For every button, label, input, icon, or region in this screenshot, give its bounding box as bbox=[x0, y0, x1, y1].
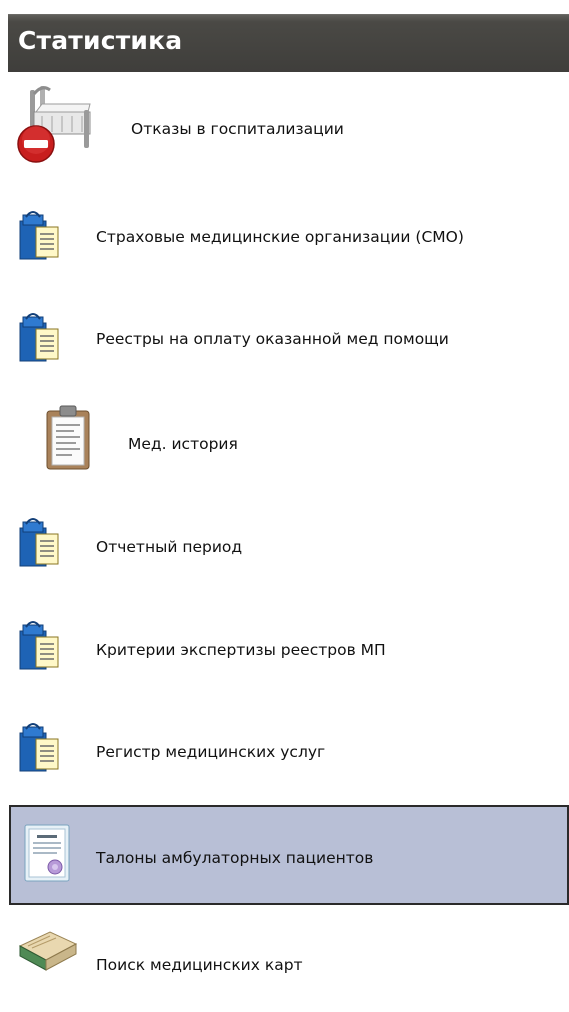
ticket-document-icon bbox=[24, 824, 70, 882]
menu-item-label: Поиск медицинских карт bbox=[96, 956, 303, 974]
handbook-book-icon bbox=[19, 621, 59, 670]
menu-item-payment-registers[interactable]: Реестры на оплату оказанной мед помощи bbox=[10, 293, 569, 393]
menu-item-label: Страховые медицинские организации (СМО) bbox=[96, 228, 464, 246]
handbook-book-icon bbox=[19, 723, 59, 772]
menu-item-label: Отчетный период bbox=[96, 538, 243, 556]
hospital-bed-refusal-icon bbox=[17, 86, 91, 163]
menu-item-medical-card-search[interactable]: Поиск медицинских карт bbox=[10, 912, 569, 1012]
medical-card-book-icon bbox=[18, 931, 78, 971]
menu-item-expertise-criteria[interactable]: Критерии экспертизы реестров МП bbox=[10, 603, 569, 703]
clipboard-icon bbox=[46, 405, 90, 470]
menu-item-label: Мед. история bbox=[128, 435, 238, 453]
handbook-book-icon bbox=[19, 518, 59, 567]
menu-item-label: Талоны амбулаторных пациентов bbox=[96, 849, 374, 867]
panel-title: Статистика bbox=[18, 26, 183, 55]
menu-item-label: Реестры на оплату оказанной мед помощи bbox=[96, 330, 449, 348]
menu-item-hospital-refusals[interactable]: Отказы в госпитализации bbox=[10, 78, 569, 178]
menu-item-label: Критерии экспертизы реестров МП bbox=[96, 641, 386, 659]
menu-item-outpatient-tickets[interactable]: Талоны амбулаторных пациентов bbox=[9, 805, 569, 905]
menu-item-insurance-orgs[interactable]: Страховые медицинские организации (СМО) bbox=[10, 191, 569, 291]
menu-item-services-register[interactable]: Регистр медицинских услуг bbox=[10, 703, 569, 803]
handbook-book-icon bbox=[19, 313, 59, 362]
menu-item-reporting-period[interactable]: Отчетный период bbox=[10, 500, 569, 600]
menu-item-label: Регистр медицинских услуг bbox=[96, 743, 326, 761]
menu-item-med-history[interactable]: Мед. история bbox=[10, 397, 569, 497]
panel-header: Статистика bbox=[8, 14, 569, 72]
menu-item-label: Отказы в госпитализации bbox=[131, 120, 344, 138]
handbook-book-icon bbox=[19, 211, 59, 260]
